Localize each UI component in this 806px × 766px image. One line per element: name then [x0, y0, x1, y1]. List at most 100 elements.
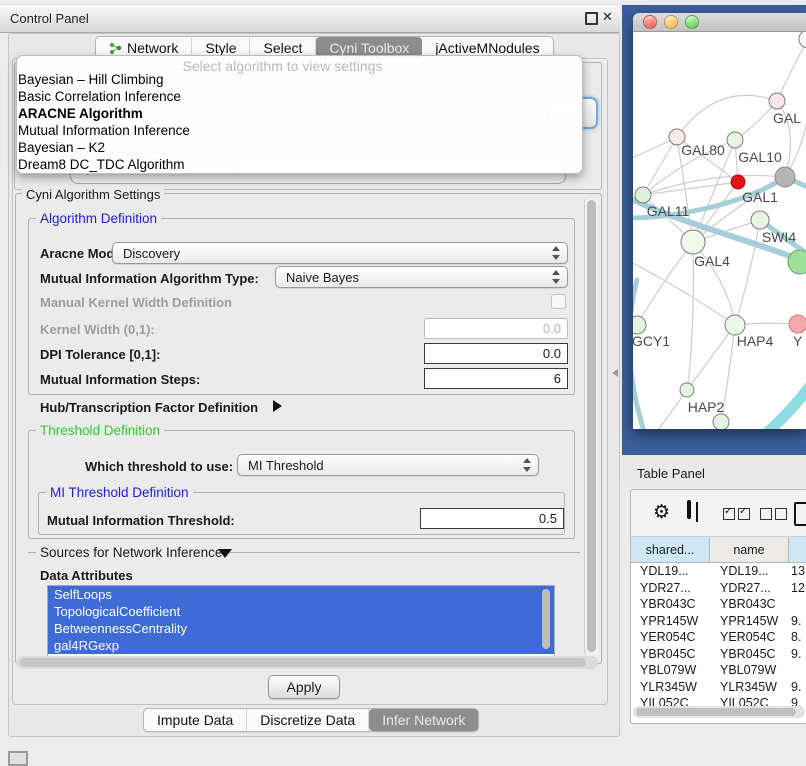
algorithm-option-aracne[interactable]: ARACNE Algorithm: [18, 106, 548, 123]
list-item-gal4rgexp[interactable]: gal4RGexp: [48, 637, 554, 654]
dpi-tolerance-field[interactable]: 0.0: [424, 343, 568, 364]
network-window: GAL GAL80 GAL10 GAL1 GAL11 SWI4 GAL4 GCY…: [633, 13, 806, 429]
table-horizontal-scrollbar[interactable]: [633, 706, 805, 718]
network-node-gray[interactable]: [775, 167, 795, 187]
threshold-definition-title: Threshold Definition: [36, 423, 164, 438]
table-row[interactable]: YBR043CYBR043C: [631, 597, 806, 614]
node-label-gal10: GAL10: [738, 149, 782, 165]
list-item-selfloops[interactable]: SelfLoops: [48, 586, 554, 603]
select-all-checkboxes-icon[interactable]: [723, 508, 753, 523]
network-node-hap2[interactable]: [680, 383, 694, 397]
bottom-tabbar: Impute Data Discretize Data Infer Networ…: [143, 708, 479, 732]
algorithm-option-bayesian-k2[interactable]: Bayesian – K2: [18, 140, 548, 157]
close-traffic-light-icon[interactable]: [643, 15, 657, 29]
floating-panel-icon[interactable]: [8, 751, 28, 766]
list-item-betweennesscentrality[interactable]: BetweennessCentrality: [48, 620, 554, 637]
network-node-hap4[interactable]: [725, 315, 745, 335]
network-node-gal11[interactable]: [635, 187, 651, 203]
algorithm-option-basic-correlation[interactable]: Basic Correlation Inference: [18, 89, 548, 106]
node-label: GAL: [773, 110, 801, 126]
table-row[interactable]: YPR145WYPR145W9.: [631, 614, 806, 631]
network-node-gal4[interactable]: [681, 230, 705, 254]
mi-threshold-field[interactable]: 0.5: [420, 508, 564, 529]
network-node[interactable]: [769, 93, 785, 109]
network-node-labels: GAL GAL80 GAL10 GAL1 GAL11 SWI4 GAL4 GCY…: [633, 110, 803, 415]
manual-kernel-width-label: Manual Kernel Width Definition: [40, 295, 232, 310]
table-header-row: shared... name: [631, 537, 806, 563]
combo-arrows-icon: [522, 458, 531, 472]
mi-algorithm-type-combobox[interactable]: Naive Bayes: [275, 266, 568, 288]
control-panel-titlebar: [0, 6, 620, 33]
manual-kernel-width-checkbox[interactable]: [551, 294, 566, 309]
cyni-algorithm-settings-title: Cyni Algorithm Settings: [22, 187, 164, 202]
hub-definition-label: Hub/Transcription Factor Definition: [40, 400, 258, 415]
table-row[interactable]: YLR345WYLR345W9.: [631, 680, 806, 697]
settings-vertical-scrollbar[interactable]: [584, 197, 598, 658]
network-window-titlebar[interactable]: [633, 13, 806, 32]
data-attributes-label: Data Attributes: [40, 568, 133, 583]
mi-threshold-label: Mutual Information Threshold:: [47, 513, 235, 528]
control-panel-title: Control Panel: [10, 11, 89, 26]
zoom-traffic-light-icon[interactable]: [685, 15, 699, 29]
columns-icon[interactable]: [687, 500, 691, 519]
which-threshold-combobox[interactable]: MI Threshold: [237, 454, 539, 476]
mi-threshold-definition-title: MI Threshold Definition: [46, 485, 193, 500]
kernel-width-field[interactable]: 0.0: [424, 318, 568, 339]
network-node-gal10[interactable]: [727, 132, 743, 148]
algorithm-definition-title: Algorithm Definition: [36, 211, 161, 226]
list-vertical-scrollbar[interactable]: [542, 589, 550, 649]
table-body: YDL19...YDL19...13 YDR27...YDR27...12 YB…: [631, 564, 806, 706]
network-node-gcy1[interactable]: [633, 316, 646, 334]
node-label-gal4: GAL4: [694, 253, 730, 269]
column-header-shared-name[interactable]: shared...: [631, 537, 710, 563]
document-icon[interactable]: [794, 502, 806, 526]
table-row[interactable]: YBR045CYBR045C9.: [631, 647, 806, 664]
network-node-pink[interactable]: [789, 315, 806, 333]
mi-algorithm-type-label: Mutual Information Algorithm Type:: [40, 271, 259, 286]
column-header-name[interactable]: name: [710, 537, 789, 563]
network-canvas[interactable]: GAL GAL80 GAL10 GAL1 GAL11 SWI4 GAL4 GCY…: [633, 32, 806, 429]
dpi-tolerance-label: DPI Tolerance [0,1]:: [40, 347, 160, 362]
kernel-width-label: Kernel Width (0,1):: [40, 322, 155, 337]
table-row[interactable]: YBL079WYBL079W: [631, 663, 806, 680]
node-label-gcy1: GCY1: [633, 333, 670, 349]
network-node[interactable]: [799, 32, 806, 48]
panel-splitter-arrow-icon[interactable]: [612, 369, 618, 377]
list-item-topologicalcoefficient[interactable]: TopologicalCoefficient: [48, 603, 554, 620]
deselect-all-checkboxes-icon[interactable]: [760, 508, 790, 523]
float-panel-icon[interactable]: [585, 12, 598, 25]
table-row[interactable]: YER054CYER054C8.: [631, 630, 806, 647]
table-panel-title: Table Panel: [637, 466, 705, 481]
network-node-gal1[interactable]: [751, 211, 769, 229]
node-label-y: Y: [793, 333, 803, 349]
table-row[interactable]: YDR27...YDR27...12: [631, 581, 806, 598]
apply-button[interactable]: Apply: [268, 675, 340, 699]
table-row[interactable]: YIL052CYIL052C9.: [631, 696, 806, 706]
table-toolbar: ⚙: [631, 490, 806, 537]
algorithm-option-bayesian-hill-climbing[interactable]: Bayesian – Hill Climbing: [18, 72, 548, 89]
network-node[interactable]: [713, 414, 729, 429]
data-attributes-list[interactable]: SelfLoops TopologicalCoefficient Between…: [47, 585, 555, 657]
tab-discretize-data[interactable]: Discretize Data: [247, 709, 369, 731]
minimize-traffic-light-icon[interactable]: [664, 15, 678, 29]
table-panel-box: ⚙ shared... name YDL19...YDL19...13 YDR2…: [630, 489, 806, 724]
expand-arrow-icon[interactable]: [273, 400, 282, 412]
mi-steps-label: Mutual Information Steps:: [40, 372, 200, 387]
table-row[interactable]: YDL19...YDL19...13: [631, 564, 806, 581]
network-icon: [109, 42, 122, 55]
algorithm-option-mutual-information[interactable]: Mutual Information Inference: [18, 123, 548, 140]
which-threshold-label: Which threshold to use:: [85, 459, 233, 474]
algorithm-option-dream8[interactable]: Dream8 DC_TDC Algorithm: [18, 157, 548, 174]
settings-horizontal-scrollbar[interactable]: [16, 656, 598, 669]
network-graph: GAL GAL80 GAL10 GAL1 GAL11 SWI4 GAL4 GCY…: [633, 32, 806, 429]
close-panel-icon[interactable]: ✕: [602, 9, 613, 25]
tab-infer-network[interactable]: Infer Network: [369, 709, 478, 731]
tab-impute-data[interactable]: Impute Data: [144, 709, 247, 731]
collapse-arrow-icon[interactable]: [218, 549, 232, 558]
node-label-hap2: HAP2: [688, 399, 725, 415]
mi-steps-field[interactable]: 6: [424, 368, 568, 389]
network-node-red[interactable]: [731, 175, 745, 189]
aracne-mode-combobox[interactable]: Discovery: [112, 242, 568, 264]
gear-icon[interactable]: ⚙: [653, 501, 670, 524]
column-header-partial[interactable]: [789, 537, 806, 563]
